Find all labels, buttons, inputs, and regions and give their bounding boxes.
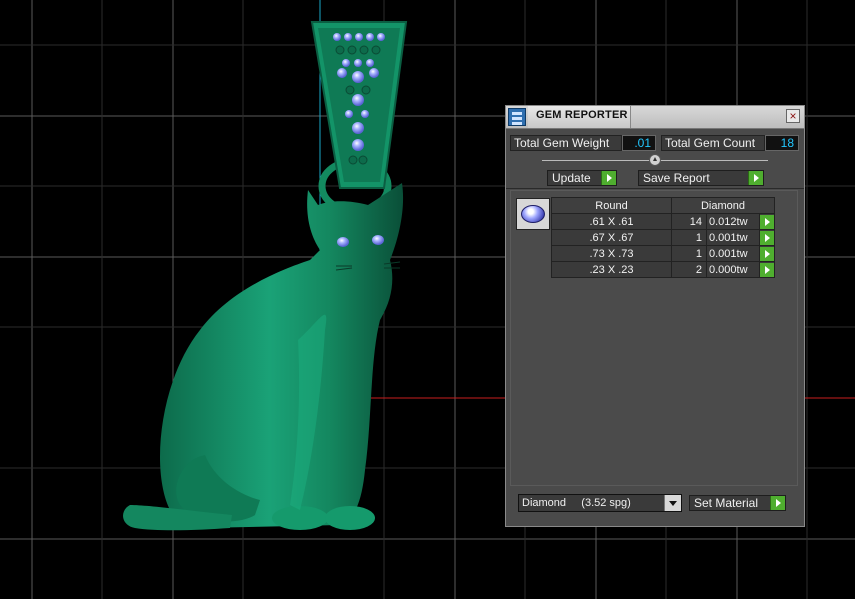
cat-pendant-model [123,21,408,531]
row-count: 1 [671,245,707,262]
row-select-button[interactable] [759,245,775,262]
play-arrow-icon [601,171,616,185]
row-select-button[interactable] [759,229,775,246]
row-select-button[interactable] [759,213,775,230]
play-arrow-icon [760,262,774,277]
dropdown-arrow-icon[interactable] [664,495,681,511]
gem-reporter-app-icon [508,108,526,126]
table-row[interactable]: .61 X .61 14 0.012tw [551,213,775,230]
play-arrow-icon [748,171,763,185]
row-weight: 0.000tw [706,261,760,278]
table-row[interactable]: .73 X .73 1 0.001tw [551,245,775,262]
total-gem-weight-value: .01 [622,135,656,151]
row-size: .61 X .61 [551,213,672,230]
total-gem-count-label: Total Gem Count [661,135,765,151]
play-arrow-icon [760,214,774,229]
row-size: .23 X .23 [551,261,672,278]
divider [506,188,804,189]
row-count: 1 [671,229,707,246]
row-count: 2 [671,261,707,278]
panel-title: GEM REPORTER [536,109,628,121]
row-size: .73 X .73 [551,245,672,262]
row-count: 14 [671,213,707,230]
material-select-value: Diamond (3.52 spg) [522,497,631,509]
update-button[interactable]: Update [547,170,617,186]
round-gem-icon[interactable] [516,198,550,230]
gem-table: Round Diamond .61 X .61 14 0.012tw .67 X… [551,197,775,278]
total-gem-weight-label: Total Gem Weight [510,135,622,151]
total-gem-count-value: 18 [765,135,799,151]
play-arrow-icon [760,246,774,261]
row-weight: 0.001tw [706,229,760,246]
gem-reporter-panel: GEM REPORTER × Total Gem Weight .01 Tota… [505,105,805,527]
material-select[interactable]: Diamond (3.52 spg) [518,494,682,512]
table-header-shape: Round [551,197,672,214]
row-size: .67 X .67 [551,229,672,246]
play-arrow-icon [770,496,785,510]
table-header-material: Diamond [671,197,775,214]
table-row[interactable]: .67 X .67 1 0.001tw [551,229,775,246]
panel-titlebar[interactable]: GEM REPORTER × [506,106,804,129]
update-button-label: Update [552,171,591,185]
save-report-button[interactable]: Save Report [638,170,764,186]
row-weight: 0.001tw [706,245,760,262]
save-report-button-label: Save Report [643,171,710,185]
row-select-button[interactable] [759,261,775,278]
set-material-button[interactable]: Set Material [689,495,786,511]
table-row[interactable]: .23 X .23 2 0.000tw [551,261,775,278]
close-icon[interactable]: × [786,109,800,123]
round-gem-shape [521,205,545,223]
play-arrow-icon [760,230,774,245]
row-weight: 0.012tw [706,213,760,230]
set-material-button-label: Set Material [694,496,759,510]
slider-knob-icon[interactable] [649,154,661,166]
